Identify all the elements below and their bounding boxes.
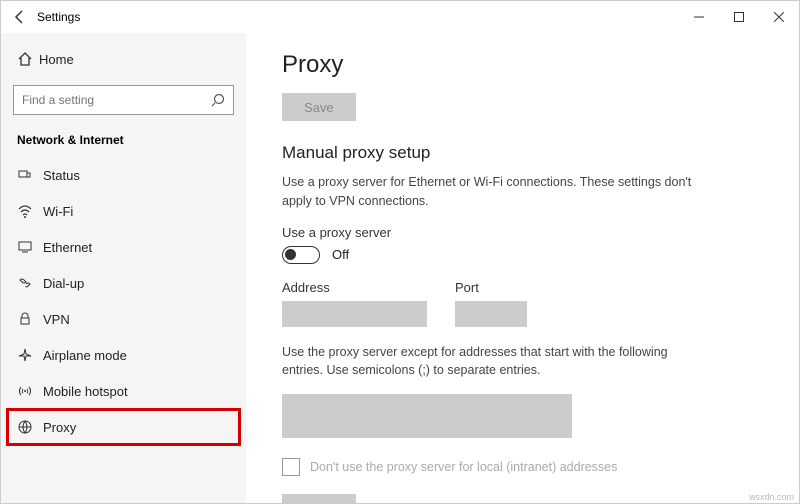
page-title: Proxy [282,51,759,79]
section-description: Use a proxy server for Ethernet or Wi-Fi… [282,173,712,211]
intranet-label: Don't use the proxy server for local (in… [310,460,617,474]
port-label: Port [455,280,527,295]
hotspot-icon [17,383,43,399]
address-field: Address [282,280,427,327]
nav-list: Status Wi-Fi Ethernet Dial-up VPN [7,157,240,445]
sidebar-item-ethernet[interactable]: Ethernet [7,229,240,265]
sidebar-item-vpn[interactable]: VPN [7,301,240,337]
sidebar-item-label: Airplane mode [43,348,127,363]
save-button-top[interactable]: Save [282,93,356,121]
settings-window: Settings Home [0,0,800,504]
minimize-button[interactable] [679,1,719,33]
category-heading: Network & Internet [7,129,240,157]
address-label: Address [282,280,427,295]
sidebar-item-label: Dial-up [43,276,84,291]
home-icon [17,51,39,67]
sidebar-item-label: Ethernet [43,240,92,255]
sidebar-item-hotspot[interactable]: Mobile hotspot [7,373,240,409]
sidebar-item-status[interactable]: Status [7,157,240,193]
maximize-button[interactable] [719,1,759,33]
port-field: Port [455,280,527,327]
save-button-bottom[interactable]: Save [282,494,356,503]
window-title: Settings [37,10,80,24]
body: Home Network & Internet Status Wi-Fi [1,33,799,503]
dialup-icon [17,275,43,291]
content-area: Proxy Save Manual proxy setup Use a prox… [246,33,799,503]
sidebar-item-label: Wi-Fi [43,204,73,219]
sidebar-item-label: Proxy [43,420,76,435]
ethernet-icon [17,239,43,255]
globe-icon [17,419,43,435]
titlebar: Settings [1,1,799,33]
sidebar-item-label: Mobile hotspot [43,384,128,399]
search-box[interactable] [13,85,234,115]
address-port-row: Address Port [282,280,759,327]
sidebar-item-proxy[interactable]: Proxy [7,409,240,445]
search-icon [211,93,225,107]
port-input[interactable] [455,301,527,327]
exceptions-input[interactable] [282,394,572,438]
airplane-icon [17,347,43,363]
sidebar: Home Network & Internet Status Wi-Fi [1,33,246,503]
home-nav[interactable]: Home [7,43,240,75]
vpn-icon [17,311,43,327]
exceptions-label: Use the proxy server except for addresse… [282,343,712,381]
window-controls [679,1,799,33]
proxy-toggle-row: Off [282,246,759,264]
home-label: Home [39,52,74,67]
section-heading: Manual proxy setup [282,143,759,163]
wifi-icon [17,203,43,219]
toggle-state: Off [332,247,349,262]
intranet-row: Don't use the proxy server for local (in… [282,458,759,476]
toggle-label: Use a proxy server [282,225,759,240]
intranet-checkbox[interactable] [282,458,300,476]
address-input[interactable] [282,301,427,327]
sidebar-item-dialup[interactable]: Dial-up [7,265,240,301]
close-button[interactable] [759,1,799,33]
search-input[interactable] [22,93,211,107]
back-button[interactable] [13,10,37,24]
proxy-toggle[interactable] [282,246,320,264]
sidebar-item-label: Status [43,168,80,183]
watermark: wsxdn.com [749,492,794,502]
sidebar-item-airplane[interactable]: Airplane mode [7,337,240,373]
sidebar-item-wifi[interactable]: Wi-Fi [7,193,240,229]
sidebar-item-label: VPN [43,312,70,327]
status-icon [17,167,43,183]
toggle-knob [285,249,296,260]
